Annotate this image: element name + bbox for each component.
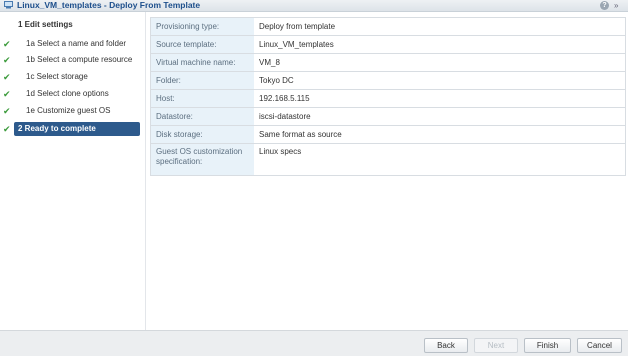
- summary-key: Guest OS customization specification:: [150, 143, 254, 176]
- step-label: 1a Select a name and folder: [26, 39, 127, 48]
- table-row: Datastore: iscsi-datastore: [150, 107, 626, 126]
- summary-key: Datastore:: [150, 107, 254, 126]
- table-row: Source template: Linux_VM_templates: [150, 35, 626, 54]
- next-button[interactable]: Next: [474, 338, 518, 353]
- vm-template-icon: [4, 1, 13, 9]
- check-icon: ✔: [3, 106, 11, 116]
- step-label: 2 Ready to complete: [18, 124, 96, 133]
- help-icon[interactable]: ?: [600, 1, 609, 10]
- summary-value: Linux specs: [254, 143, 626, 176]
- step-label: 1e Customize guest OS: [26, 106, 111, 115]
- summary-key: Provisioning type:: [150, 17, 254, 36]
- step-label: 1d Select clone options: [26, 89, 109, 98]
- table-row: Guest OS customization specification: Li…: [150, 143, 626, 176]
- step-label: 1c Select storage: [26, 72, 88, 81]
- expand-icon[interactable]: »: [614, 0, 618, 11]
- table-row: Provisioning type: Deploy from template: [150, 17, 626, 36]
- check-icon: ✔: [3, 89, 11, 99]
- check-icon: ✔: [3, 72, 11, 82]
- summary-value: VM_8: [254, 53, 626, 72]
- wizard-steps-sidebar: 1 Edit settings ✔ 1a Select a name and f…: [0, 12, 145, 330]
- summary-value: Same format as source: [254, 125, 626, 144]
- step-1a[interactable]: ✔ 1a Select a name and folder: [0, 37, 145, 51]
- summary-table: Provisioning type: Deploy from template …: [150, 17, 626, 176]
- check-icon: ✔: [3, 55, 11, 65]
- table-row: Host: 192.168.5.115: [150, 89, 626, 108]
- back-button[interactable]: Back: [424, 338, 468, 353]
- wizard-footer: Back Next Finish Cancel: [0, 330, 628, 356]
- step-1e[interactable]: ✔ 1e Customize guest OS: [0, 104, 145, 118]
- summary-value: Deploy from template: [254, 17, 626, 36]
- step-edit-settings[interactable]: 1 Edit settings: [0, 18, 145, 32]
- summary-value: Tokyo DC: [254, 71, 626, 90]
- summary-value: iscsi-datastore: [254, 107, 626, 126]
- summary-key: Virtual machine name:: [150, 53, 254, 72]
- summary-key: Host:: [150, 89, 254, 108]
- step-label: 1 Edit settings: [18, 20, 73, 29]
- table-row: Virtual machine name: VM_8: [150, 53, 626, 72]
- check-icon: ✔: [3, 124, 11, 134]
- table-row: Folder: Tokyo DC: [150, 71, 626, 90]
- check-icon: ✔: [3, 39, 11, 49]
- finish-button[interactable]: Finish: [524, 338, 571, 353]
- step-ready-to-complete[interactable]: ✔ 2 Ready to complete: [3, 122, 140, 136]
- step-1d[interactable]: ✔ 1d Select clone options: [0, 87, 145, 101]
- cancel-button[interactable]: Cancel: [577, 338, 622, 353]
- summary-value: Linux_VM_templates: [254, 35, 626, 54]
- dialog-title: Linux_VM_templates - Deploy From Templat…: [17, 0, 201, 10]
- step-label: 1b Select a compute resource: [26, 55, 133, 64]
- table-row: Disk storage: Same format as source: [150, 125, 626, 144]
- step-1c[interactable]: ✔ 1c Select storage: [0, 70, 145, 84]
- summary-key: Folder:: [150, 71, 254, 90]
- summary-key: Source template:: [150, 35, 254, 54]
- ready-to-complete-panel: Provisioning type: Deploy from template …: [145, 12, 628, 330]
- step-1b[interactable]: ✔ 1b Select a compute resource: [0, 53, 145, 67]
- summary-value: 192.168.5.115: [254, 89, 626, 108]
- dialog-titlebar: Linux_VM_templates - Deploy From Templat…: [0, 0, 628, 12]
- summary-key: Disk storage:: [150, 125, 254, 144]
